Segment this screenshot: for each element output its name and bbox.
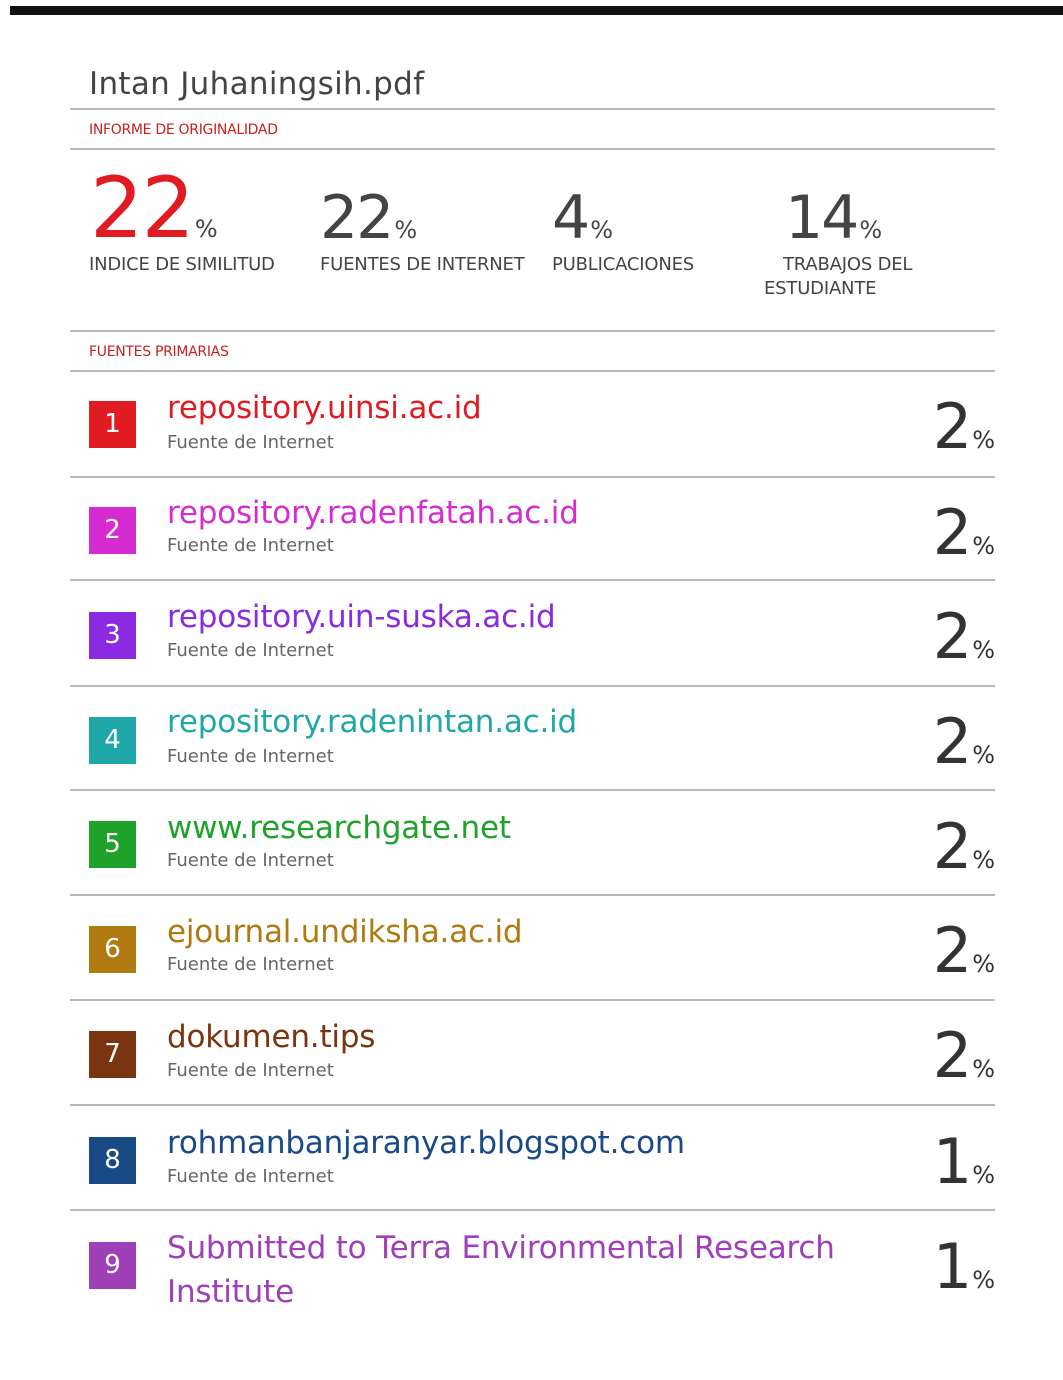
source-row-3[interactable]: 3 repository.uin-suska.ac.id Fuente de I… <box>70 582 995 687</box>
source-link[interactable]: repository.radenfatah.ac.id <box>167 495 579 531</box>
source-type: Fuente de Internet <box>167 640 334 661</box>
publications-label: PUBLICACIONES <box>552 254 694 275</box>
source-name-line2[interactable]: Institute <box>167 1274 294 1310</box>
percent-sign: % <box>194 215 218 243</box>
similarity-index-value: 22 <box>90 159 195 257</box>
rank-badge: 7 <box>89 1031 136 1078</box>
source-percent-value: 1 <box>932 1125 973 1198</box>
source-type: Fuente de Internet <box>167 432 334 453</box>
rank-badge: 4 <box>89 717 136 764</box>
rank-badge: 5 <box>89 821 136 868</box>
student-papers-label-line2: ESTUDIANTE <box>764 278 877 299</box>
source-percent-value: 1 <box>932 1230 973 1303</box>
source-type: Fuente de Internet <box>167 1166 334 1187</box>
divider <box>70 330 995 332</box>
source-row-2[interactable]: 2 repository.radenfatah.ac.id Fuente de … <box>70 478 995 583</box>
divider <box>70 148 995 150</box>
source-percent-value: 2 <box>932 810 973 883</box>
rank-badge: 1 <box>89 401 136 448</box>
source-percent: 2% <box>933 920 995 982</box>
source-percent: 1% <box>933 1131 995 1193</box>
student-papers-label-line1: TRABAJOS DEL <box>783 254 913 275</box>
source-percent-value: 2 <box>932 705 973 778</box>
similarity-index-label: INDICE DE SIMILITUD <box>89 254 275 275</box>
top-border <box>10 6 1063 15</box>
source-row-9[interactable]: 9 Submitted to Terra Environmental Resea… <box>70 1212 995 1322</box>
student-papers-stat: 14% <box>785 188 882 248</box>
source-row-5[interactable]: 5 www.researchgate.net Fuente de Interne… <box>70 792 995 897</box>
percent-sign: % <box>972 636 995 664</box>
rank-badge: 3 <box>89 612 136 659</box>
source-type: Fuente de Internet <box>167 535 334 556</box>
divider <box>70 789 995 791</box>
percent-sign: % <box>972 741 995 769</box>
percent-sign: % <box>972 1266 995 1294</box>
rank-badge: 9 <box>89 1242 136 1289</box>
percent-sign: % <box>972 950 995 978</box>
source-link[interactable]: rohmanbanjaranyar.blogspot.com <box>167 1125 685 1161</box>
publications-stat: 4% <box>552 188 613 248</box>
primary-sources-heading: FUENTES PRIMARIAS <box>89 344 229 360</box>
source-row-8[interactable]: 8 rohmanbanjaranyar.blogspot.com Fuente … <box>70 1107 995 1212</box>
source-link[interactable]: repository.uin-suska.ac.id <box>167 599 556 635</box>
source-row-1[interactable]: 1 repository.uinsi.ac.id Fuente de Inter… <box>70 372 995 477</box>
percent-sign: % <box>972 1055 995 1083</box>
source-name-line1[interactable]: Submitted to Terra Environmental Researc… <box>167 1230 835 1266</box>
percent-sign: % <box>590 216 613 244</box>
percent-sign: % <box>972 426 995 454</box>
source-link[interactable]: www.researchgate.net <box>167 810 511 846</box>
divider <box>70 579 995 581</box>
source-type: Fuente de Internet <box>167 954 334 975</box>
internet-sources-label: FUENTES DE INTERNET <box>320 254 525 275</box>
rank-badge: 6 <box>89 926 136 973</box>
source-percent: 2% <box>933 396 995 458</box>
source-percent: 2% <box>933 816 995 878</box>
percent-sign: % <box>972 846 995 874</box>
source-percent: 2% <box>933 1025 995 1087</box>
source-link[interactable]: ejournal.undiksha.ac.id <box>167 914 523 950</box>
source-row-4[interactable]: 4 repository.radenintan.ac.id Fuente de … <box>70 687 995 792</box>
similarity-index-stat: 22% <box>90 166 218 250</box>
source-type: Fuente de Internet <box>167 746 334 767</box>
source-link[interactable]: repository.uinsi.ac.id <box>167 390 482 426</box>
student-papers-value: 14 <box>785 183 859 253</box>
source-percent-value: 2 <box>932 390 973 463</box>
document-title: Intan Juhaningsih.pdf <box>89 66 425 102</box>
source-percent: 1% <box>933 1236 995 1298</box>
source-link[interactable]: dokumen.tips <box>167 1019 375 1055</box>
source-percent-value: 2 <box>932 496 973 569</box>
report-heading: INFORME DE ORIGINALIDAD <box>89 122 278 138</box>
source-row-6[interactable]: 6 ejournal.undiksha.ac.id Fuente de Inte… <box>70 896 995 1001</box>
percent-sign: % <box>859 216 883 244</box>
rank-badge: 2 <box>89 507 136 554</box>
divider <box>70 1209 995 1211</box>
internet-sources-value: 22 <box>320 183 394 253</box>
divider <box>70 108 995 110</box>
source-percent: 2% <box>933 711 995 773</box>
source-type: Fuente de Internet <box>167 850 334 871</box>
source-link[interactable]: repository.radenintan.ac.id <box>167 704 577 740</box>
rank-badge: 8 <box>89 1137 136 1184</box>
percent-sign: % <box>972 1161 995 1189</box>
percent-sign: % <box>394 216 418 244</box>
publications-value: 4 <box>552 183 590 253</box>
source-percent-value: 2 <box>932 600 973 673</box>
internet-sources-stat: 22% <box>320 188 417 248</box>
divider <box>70 1104 995 1106</box>
source-type: Fuente de Internet <box>167 1060 334 1081</box>
source-percent-value: 2 <box>932 914 973 987</box>
source-percent-value: 2 <box>932 1019 973 1092</box>
source-percent: 2% <box>933 606 995 668</box>
percent-sign: % <box>972 532 995 560</box>
source-row-7[interactable]: 7 dokumen.tips Fuente de Internet 2% <box>70 1001 995 1106</box>
source-percent: 2% <box>933 502 995 564</box>
